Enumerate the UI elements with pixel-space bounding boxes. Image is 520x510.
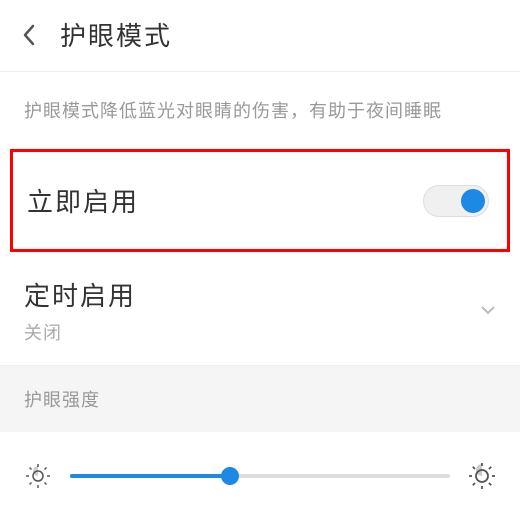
intensity-slider[interactable] [70, 474, 450, 478]
page-title: 护眼模式 [60, 16, 172, 53]
schedule-row[interactable]: 定时启用 关闭 [0, 260, 520, 366]
description-text: 护眼模式降低蓝光对眼睛的伤害，有助于夜间睡眠 [0, 72, 520, 149]
chevron-down-icon [480, 302, 496, 320]
intensity-header: 护眼强度 [0, 366, 520, 432]
intensity-slider-row [0, 432, 520, 510]
enable-now-row[interactable]: 立即启用 [10, 149, 510, 252]
slider-fill [70, 474, 230, 478]
moon-sun-low-icon [24, 462, 52, 490]
slider-thumb[interactable] [221, 467, 239, 485]
header: 护眼模式 [0, 0, 520, 72]
moon-sun-high-icon [468, 462, 496, 490]
schedule-label: 定时启用 [24, 276, 136, 313]
schedule-text-group: 定时启用 关闭 [24, 276, 136, 345]
schedule-status: 关闭 [24, 319, 136, 345]
toggle-knob [461, 189, 485, 213]
enable-now-label: 立即启用 [27, 182, 139, 219]
enable-now-toggle[interactable] [423, 185, 489, 217]
back-icon[interactable] [22, 24, 36, 46]
